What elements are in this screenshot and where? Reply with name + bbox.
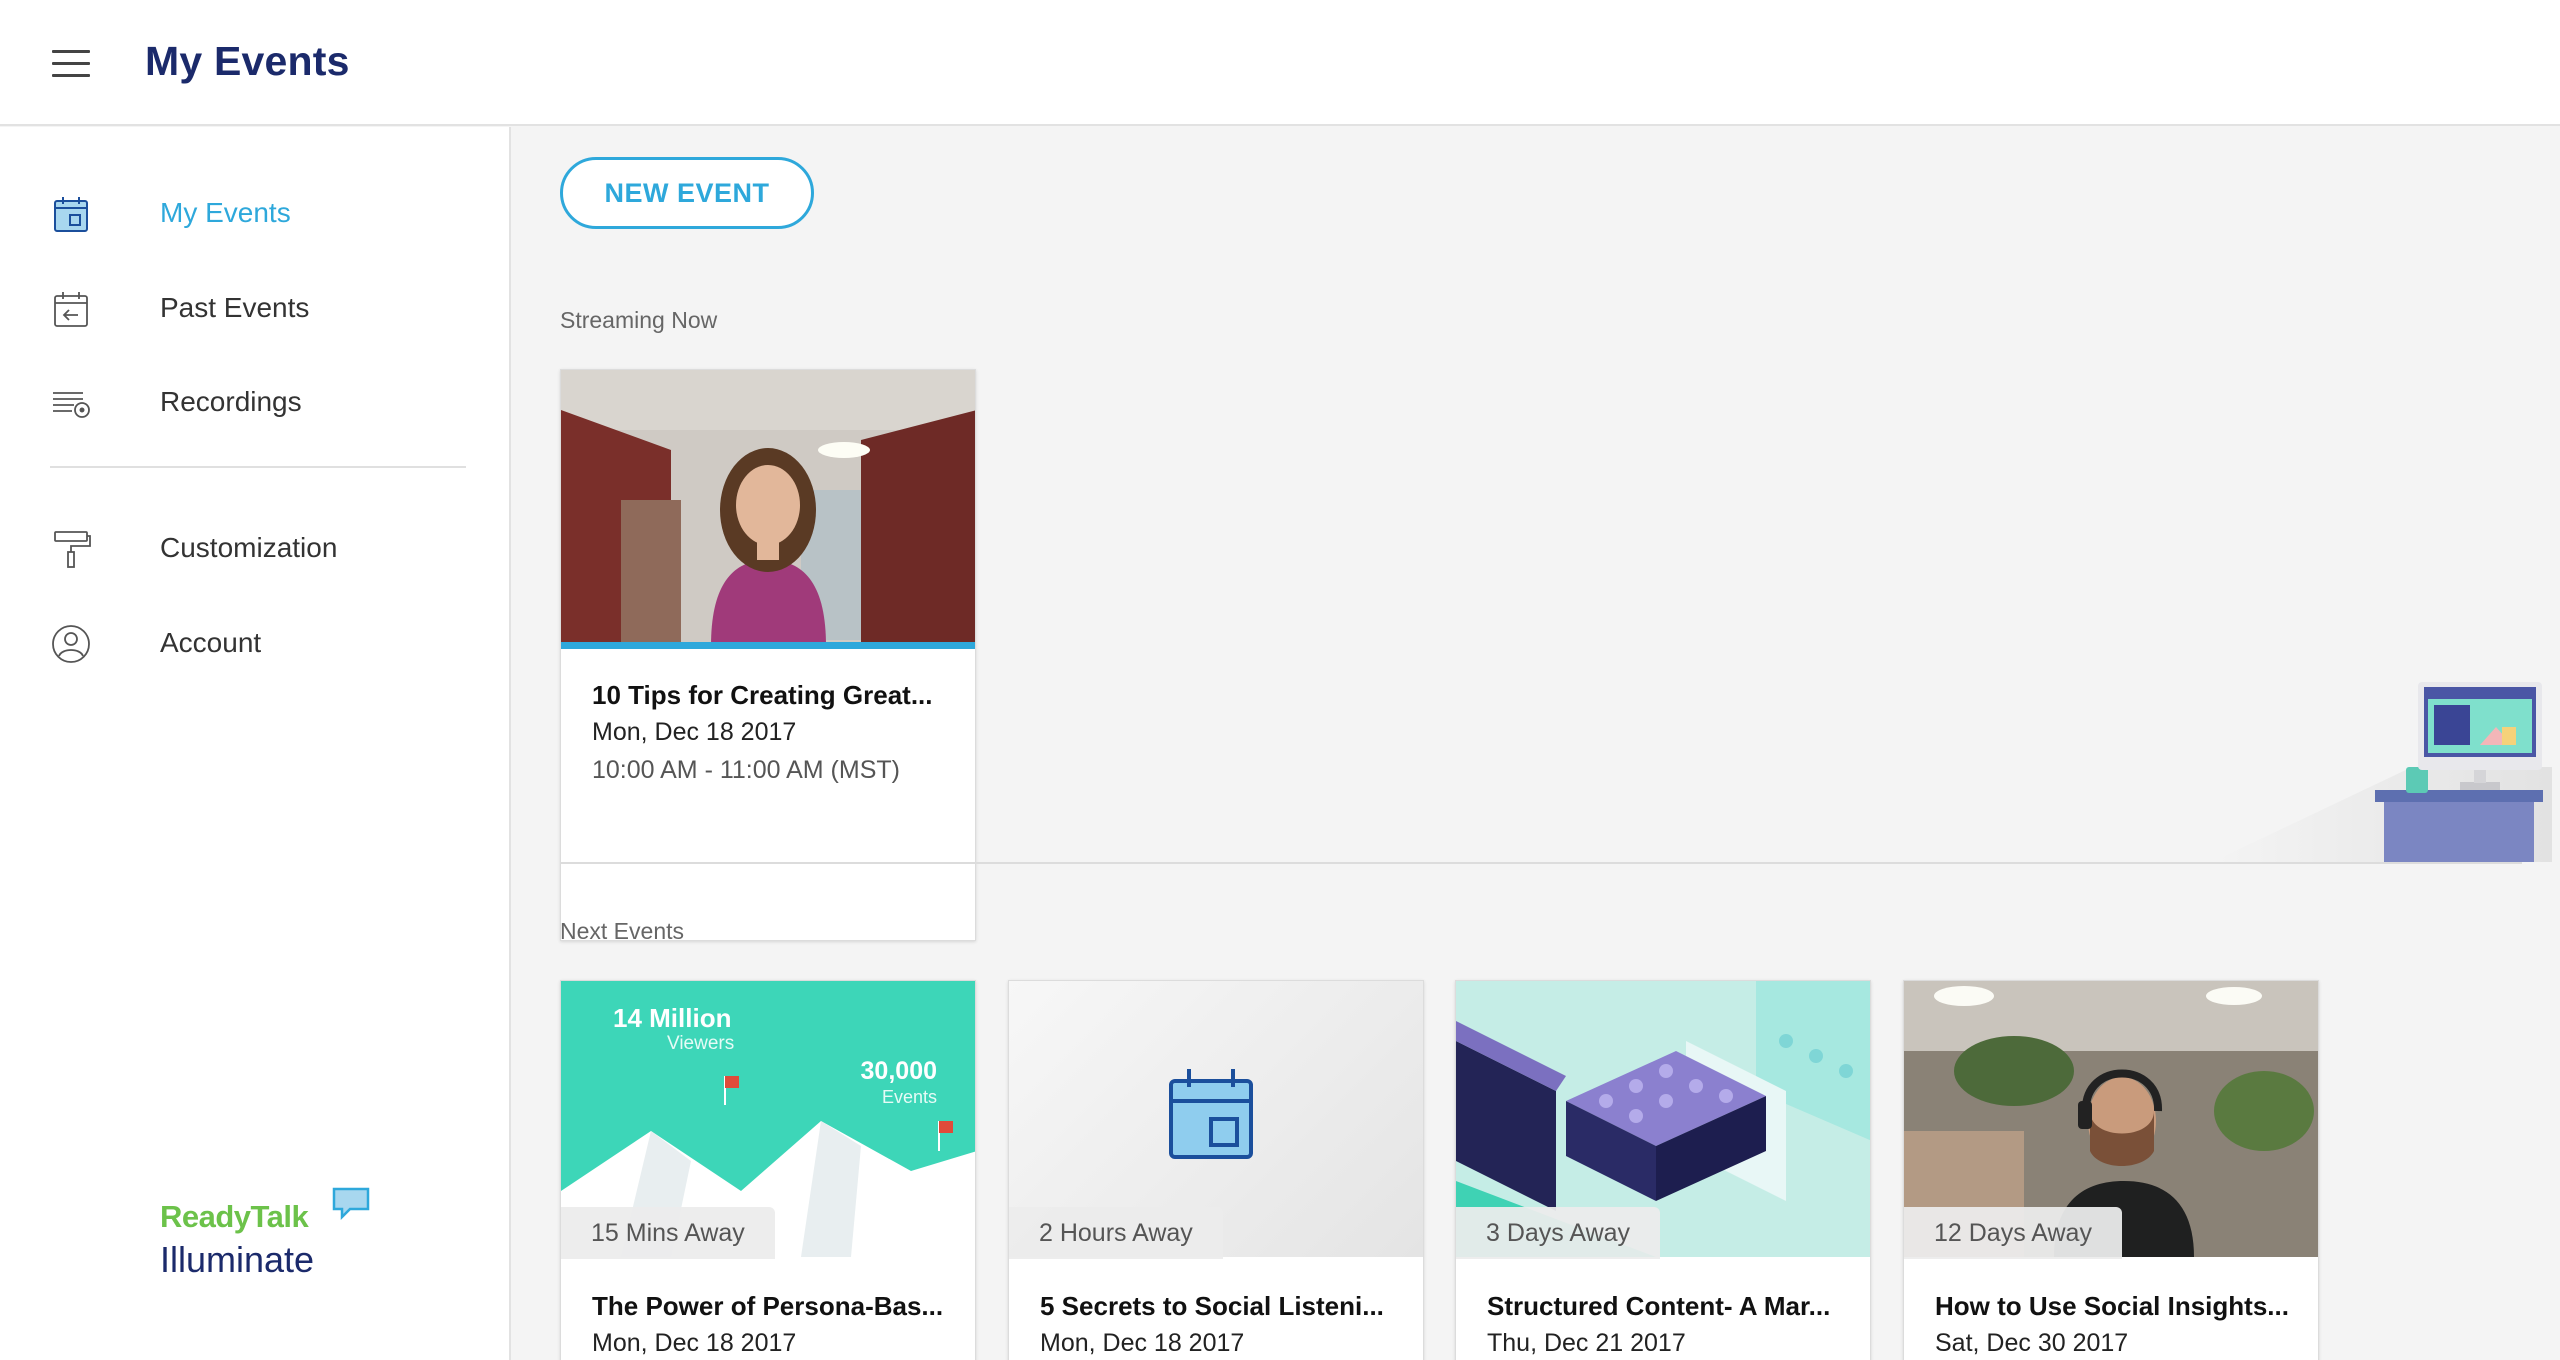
event-date: Thu, Dec 21 2017	[1487, 1329, 1686, 1357]
new-event-button[interactable]: NEW EVENT	[560, 157, 814, 229]
event-card[interactable]: 14 Million Viewers 30,000 Events 15 Mins…	[560, 980, 976, 1360]
event-thumbnail	[561, 370, 975, 646]
calendar-back-icon	[54, 292, 88, 327]
event-title: The Power of Persona-Bas...	[592, 1291, 944, 1321]
calendar-icon	[54, 197, 88, 232]
app-header: My Events	[0, 0, 2560, 126]
user-circle-icon	[52, 625, 90, 663]
page-title: My Events	[145, 38, 350, 84]
live-progress-bar	[561, 642, 975, 649]
event-title: 10 Tips for Creating Great...	[592, 680, 933, 710]
sidebar-item-label: Past Events	[160, 292, 310, 323]
section-label-next: Next Events	[560, 918, 684, 944]
countdown-badge: 2 Hours Away	[1009, 1207, 1223, 1259]
event-title: 5 Secrets to Social Listeni...	[1040, 1291, 1384, 1321]
menu-icon[interactable]	[52, 50, 90, 78]
countdown-badge: 15 Mins Away	[561, 1207, 775, 1259]
sidebar-item-my-events[interactable]: My Events	[0, 179, 510, 249]
sidebar-item-label: Customization	[160, 532, 338, 563]
main-content: NEW EVENT Streaming Now 10 Tips for Crea…	[512, 127, 2560, 1360]
sidebar-item-label: Recordings	[160, 386, 302, 417]
event-date: Mon, Dec 18 2017	[592, 718, 797, 746]
recordings-icon	[53, 392, 90, 418]
paint-roller-icon	[54, 531, 91, 568]
event-title: How to Use Social Insights...	[1935, 1291, 2289, 1321]
event-date: Mon, Dec 18 2017	[1040, 1329, 1245, 1357]
sidebar-item-past-events[interactable]: Past Events	[0, 274, 510, 344]
countdown-badge: 12 Days Away	[1904, 1207, 2122, 1259]
event-card[interactable]: 2 Hours Away 5 Secrets to Social Listeni…	[1008, 980, 1424, 1360]
chat-bubble-icon	[332, 1187, 370, 1221]
sidebar: My Events Past Events Recordings Customi…	[0, 127, 511, 1360]
section-divider	[560, 862, 2522, 864]
stat-big-sub: Viewers	[667, 1033, 735, 1054]
event-time: 10:00 AM - 11:00 AM (MST)	[592, 756, 900, 784]
event-date: Sat, Dec 30 2017	[1935, 1329, 2129, 1357]
streaming-event-card[interactable]: 10 Tips for Creating Great... Mon, Dec 1…	[560, 369, 976, 941]
brand-name-bottom: Illuminate	[160, 1239, 315, 1280]
event-card[interactable]: 3 Days Away Structured Content- A Mar...…	[1455, 980, 1871, 1360]
stat-small: 30,000	[860, 1057, 937, 1085]
sidebar-item-label: Account	[160, 627, 262, 658]
sidebar-item-recordings[interactable]: Recordings	[0, 368, 510, 438]
sidebar-divider	[50, 466, 466, 468]
event-date: Mon, Dec 18 2017	[592, 1329, 797, 1357]
stat-small-sub: Events	[881, 1087, 937, 1107]
readytalk-logo: ReadyTalk Illuminate	[160, 1185, 390, 1295]
sidebar-item-account[interactable]: Account	[0, 609, 510, 679]
section-label-streaming: Streaming Now	[560, 307, 718, 333]
desk-illustration	[2212, 682, 2552, 862]
event-title: Structured Content- A Mar...	[1487, 1291, 1831, 1321]
event-card[interactable]: 12 Days Away How to Use Social Insights.…	[1903, 980, 2319, 1360]
countdown-badge: 3 Days Away	[1456, 1207, 1661, 1259]
sidebar-item-customization[interactable]: Customization	[0, 514, 510, 584]
brand-name-top: ReadyTalk	[160, 1199, 309, 1234]
stat-big: 14 Million	[613, 1003, 732, 1033]
sidebar-item-label: My Events	[160, 197, 291, 228]
